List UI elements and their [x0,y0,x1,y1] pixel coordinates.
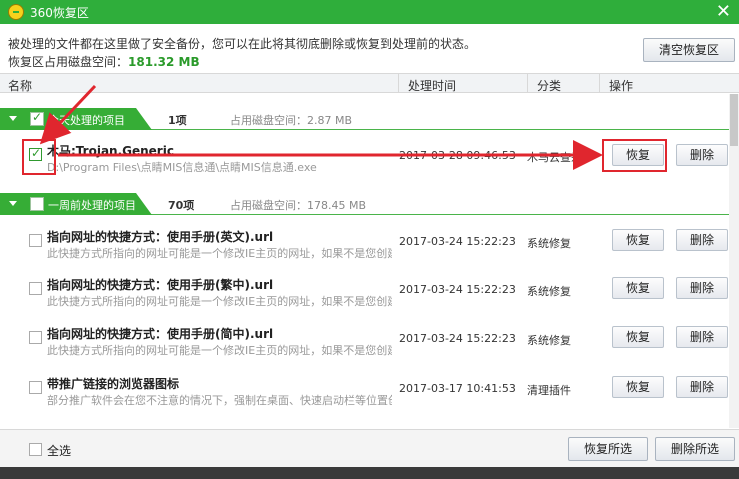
footer-bar: 全选 恢复所选 删除所选 [0,429,739,467]
recovery-window: 360恢复区 ✕ 被处理的文件都在这里做了安全备份，您可以在此将其彻底删除或恢复… [0,0,739,479]
select-all-checkbox[interactable] [29,443,42,456]
restore-selected-button[interactable]: 恢复所选 [568,437,648,461]
delete-selected-button[interactable]: 删除所选 [655,437,735,461]
annotation-arrows [39,84,603,170]
arrow-to-checkbox [39,84,97,145]
select-all-label[interactable]: 全选 [47,442,71,459]
taskbar-strip [0,467,739,479]
